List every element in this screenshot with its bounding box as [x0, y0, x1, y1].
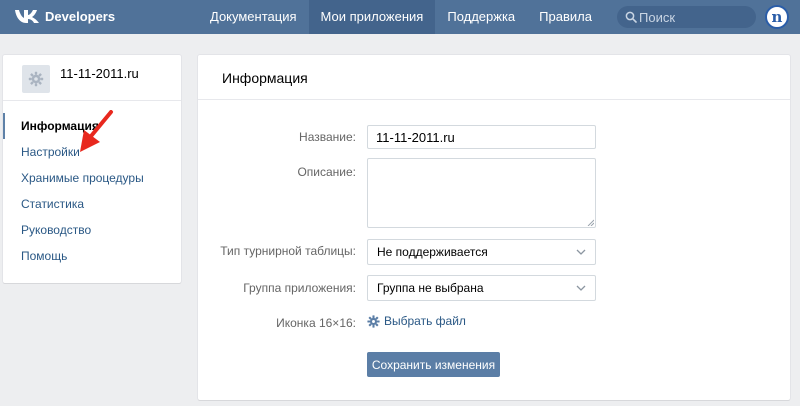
choose-file-label: Выбрать файл [384, 314, 466, 328]
menu-item-guide[interactable]: Руководство [3, 217, 181, 243]
app-sidebar: 11-11-2011.ru Информация Настройки Храни… [3, 55, 181, 283]
nav-support[interactable]: Поддержка [435, 0, 527, 34]
main-nav: Документация Мои приложения Поддержка Пр… [198, 0, 604, 34]
panel-header: Информация [198, 55, 790, 100]
nav-my-apps[interactable]: Мои приложения [308, 0, 436, 34]
search-box[interactable] [617, 6, 756, 28]
app-gear-icon [22, 65, 50, 93]
top-bar: Developers Документация Мои приложения П… [0, 0, 800, 34]
menu-item-stored-procedures[interactable]: Хранимые процедуры [3, 165, 181, 191]
user-avatar[interactable]: n [765, 5, 789, 29]
tournament-select[interactable]: Не поддерживается [367, 239, 596, 265]
vk-developers-logo[interactable]: Developers [14, 8, 115, 25]
menu-item-statistics[interactable]: Статистика [3, 191, 181, 217]
tournament-label: Тип турнирной таблицы: [220, 244, 356, 258]
name-input[interactable] [367, 125, 596, 149]
nav-rules[interactable]: Правила [527, 0, 604, 34]
app-header: 11-11-2011.ru [3, 55, 181, 101]
chevron-down-icon [576, 249, 586, 255]
search-input[interactable] [639, 6, 749, 28]
icon-label: Иконка 16×16: [276, 316, 356, 330]
search-icon [625, 11, 637, 23]
gear-icon [367, 314, 380, 328]
group-select[interactable]: Группа не выбрана [367, 275, 596, 301]
info-panel: Информация Название: Описание: Тип турни… [198, 55, 790, 400]
save-button[interactable]: Сохранить изменения [367, 352, 500, 377]
choose-file-link[interactable]: Выбрать файл [367, 314, 466, 328]
app-name: 11-11-2011.ru [60, 66, 139, 81]
app-menu: Информация Настройки Хранимые процедуры … [3, 113, 181, 269]
name-label: Название: [299, 130, 356, 144]
logo-text: Developers [45, 9, 116, 24]
nav-documentation[interactable]: Документация [198, 0, 309, 34]
resize-grip-icon[interactable] [587, 219, 594, 226]
chevron-down-icon [576, 285, 586, 291]
page-title: Информация [222, 70, 308, 86]
menu-item-info[interactable]: Информация [3, 113, 181, 139]
menu-item-help[interactable]: Помощь [3, 243, 181, 269]
description-textarea[interactable] [367, 158, 596, 228]
description-label: Описание: [297, 165, 356, 179]
vk-logo-icon [14, 8, 40, 25]
group-label: Группа приложения: [243, 281, 356, 295]
menu-item-settings[interactable]: Настройки [3, 139, 181, 165]
description-wrapper [367, 158, 596, 228]
group-selected-value: Группа не выбрана [377, 281, 484, 295]
tournament-selected-value: Не поддерживается [377, 245, 488, 259]
